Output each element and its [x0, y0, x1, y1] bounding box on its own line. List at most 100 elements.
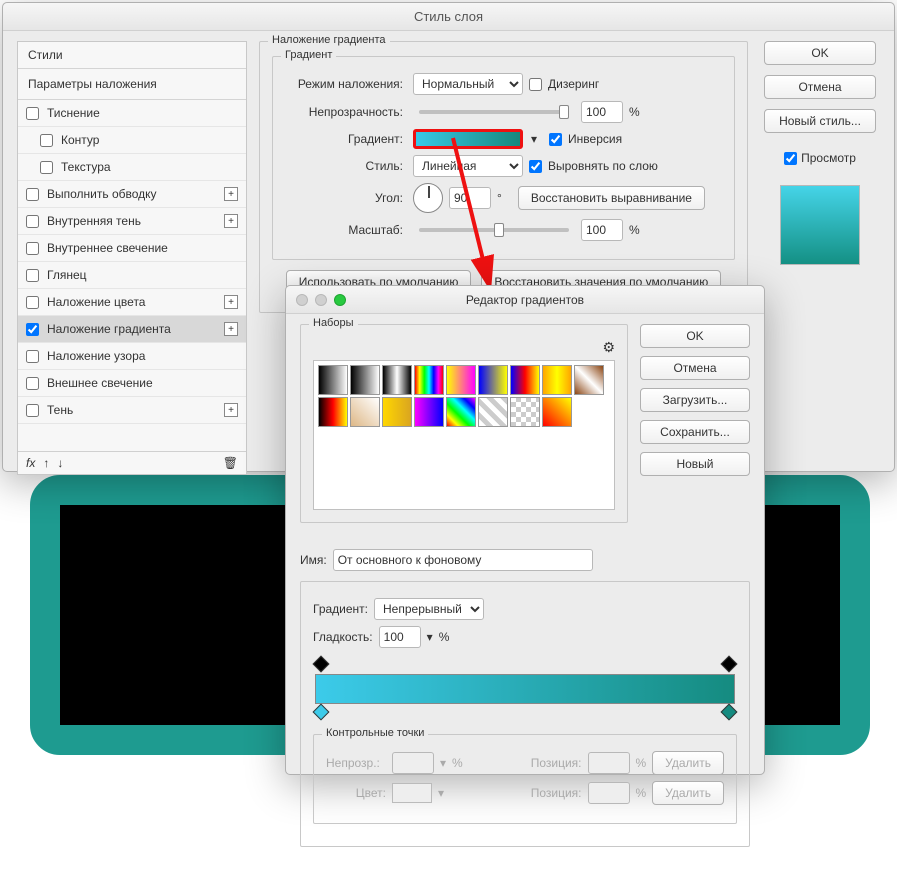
arrow-down-icon[interactable]: ↓	[57, 456, 63, 470]
blending-options[interactable]: Параметры наложения	[18, 69, 246, 100]
reset-alignment-button[interactable]: Восстановить выравнивание	[518, 186, 705, 210]
scale-input[interactable]	[581, 219, 623, 241]
cancel-button[interactable]: Отмена	[640, 356, 750, 380]
angle-dial[interactable]	[413, 183, 443, 213]
angle-input[interactable]	[449, 187, 491, 209]
chevron-down-icon[interactable]: ▾	[427, 630, 433, 644]
dither-checkbox[interactable]	[529, 78, 542, 91]
minimize-icon[interactable]	[315, 294, 327, 306]
pattern-overlay-checkbox[interactable]	[26, 350, 39, 363]
stops-group: Контрольные точки Непрозр.: ▾ % Позиция:…	[313, 734, 737, 824]
window-title: Редактор градиентов	[286, 286, 764, 314]
satin-checkbox[interactable]	[26, 269, 39, 282]
effect-satin[interactable]: Глянец	[18, 262, 246, 289]
stop-opacity-label: Непрозр.:	[326, 756, 386, 770]
preset-swatch[interactable]	[542, 397, 572, 427]
effect-texture[interactable]: Текстура	[18, 154, 246, 181]
effect-emboss[interactable]: Тиснение	[18, 100, 246, 127]
preset-swatch[interactable]	[382, 365, 412, 395]
gradient-overlay-checkbox[interactable]	[26, 323, 39, 336]
preset-swatch[interactable]	[478, 397, 508, 427]
close-icon[interactable]	[296, 294, 308, 306]
type-select[interactable]: Непрерывный	[374, 598, 484, 620]
ok-button[interactable]: OK	[764, 41, 876, 65]
color-overlay-checkbox[interactable]	[26, 296, 39, 309]
new-button[interactable]: Новый	[640, 452, 750, 476]
contour-checkbox[interactable]	[40, 134, 53, 147]
effect-stroke[interactable]: Выполнить обводку+	[18, 181, 246, 208]
preset-swatch[interactable]	[510, 365, 540, 395]
reverse-checkbox[interactable]	[549, 133, 562, 146]
effect-inner-glow[interactable]: Внутреннее свечение	[18, 235, 246, 262]
stop-color-label: Цвет:	[326, 786, 386, 800]
texture-checkbox[interactable]	[40, 161, 53, 174]
preset-swatch[interactable]	[318, 397, 348, 427]
effect-gradient-overlay[interactable]: Наложение градиента+	[18, 316, 246, 343]
gear-icon[interactable]: ⚙	[602, 339, 615, 356]
cancel-button[interactable]: Отмена	[764, 75, 876, 99]
blend-mode-select[interactable]: Нормальный	[413, 73, 523, 95]
preset-swatch[interactable]	[446, 397, 476, 427]
effect-pattern-overlay[interactable]: Наложение узора	[18, 343, 246, 370]
new-style-button[interactable]: Новый стиль...	[764, 109, 876, 133]
gradient-strip[interactable]	[315, 674, 735, 704]
inner-shadow-checkbox[interactable]	[26, 215, 39, 228]
stop-position-input	[588, 752, 630, 774]
emboss-checkbox[interactable]	[26, 107, 39, 120]
preview-checkbox[interactable]	[784, 152, 797, 165]
preset-swatch[interactable]	[350, 365, 380, 395]
maximize-icon[interactable]	[334, 294, 346, 306]
preset-swatch[interactable]	[446, 365, 476, 395]
inner-glow-checkbox[interactable]	[26, 242, 39, 255]
stroke-checkbox[interactable]	[26, 188, 39, 201]
smoothness-input[interactable]	[379, 626, 421, 648]
ok-button[interactable]: OK	[640, 324, 750, 348]
save-button[interactable]: Сохранить...	[640, 420, 750, 444]
color-stop-right[interactable]	[721, 704, 738, 721]
chevron-down-icon: ▾	[440, 756, 446, 770]
preset-swatch[interactable]	[318, 365, 348, 395]
preset-swatch[interactable]	[574, 365, 604, 395]
preset-swatch[interactable]	[414, 397, 444, 427]
opacity-input[interactable]	[581, 101, 623, 123]
plus-icon[interactable]: +	[224, 187, 238, 201]
plus-icon[interactable]: +	[224, 322, 238, 336]
opacity-slider[interactable]	[419, 110, 569, 114]
chevron-down-icon[interactable]: ▾	[531, 132, 537, 146]
style-select[interactable]: Линейная	[413, 155, 523, 177]
plus-icon[interactable]: +	[224, 214, 238, 228]
preset-swatch[interactable]	[542, 365, 572, 395]
blend-mode-label: Режим наложения:	[285, 77, 403, 91]
trash-icon[interactable]: 🗑	[223, 456, 238, 470]
fx-menu[interactable]: fx	[26, 456, 35, 470]
preset-swatch[interactable]	[478, 365, 508, 395]
preset-swatch[interactable]	[350, 397, 380, 427]
preset-grid[interactable]	[313, 360, 615, 510]
effect-inner-shadow[interactable]: Внутренняя тень+	[18, 208, 246, 235]
plus-icon[interactable]: +	[224, 403, 238, 417]
name-input[interactable]	[333, 549, 593, 571]
opacity-stop-right[interactable]	[721, 656, 738, 673]
opacity-stop-left[interactable]	[313, 656, 330, 673]
plus-icon[interactable]: +	[224, 295, 238, 309]
styles-header[interactable]: Стили	[18, 42, 246, 69]
arrow-up-icon[interactable]: ↑	[43, 456, 49, 470]
align-layer-checkbox[interactable]	[529, 160, 542, 173]
outer-glow-checkbox[interactable]	[26, 377, 39, 390]
effect-outer-glow[interactable]: Внешнее свечение	[18, 370, 246, 397]
stop-opacity-input	[392, 752, 434, 774]
load-button[interactable]: Загрузить...	[640, 388, 750, 412]
effect-contour[interactable]: Контур	[18, 127, 246, 154]
effect-drop-shadow[interactable]: Тень+	[18, 397, 246, 424]
preset-swatch[interactable]	[382, 397, 412, 427]
scale-slider[interactable]	[419, 228, 569, 232]
stop-position-input-2	[588, 782, 630, 804]
stop-position-label-2: Позиция:	[531, 786, 582, 800]
preset-swatch[interactable]	[510, 397, 540, 427]
preset-swatch[interactable]	[414, 365, 444, 395]
gradient-picker[interactable]	[413, 129, 523, 149]
drop-shadow-checkbox[interactable]	[26, 404, 39, 417]
color-stop-left[interactable]	[313, 704, 330, 721]
effect-color-overlay[interactable]: Наложение цвета+	[18, 289, 246, 316]
window-controls[interactable]	[296, 294, 346, 306]
